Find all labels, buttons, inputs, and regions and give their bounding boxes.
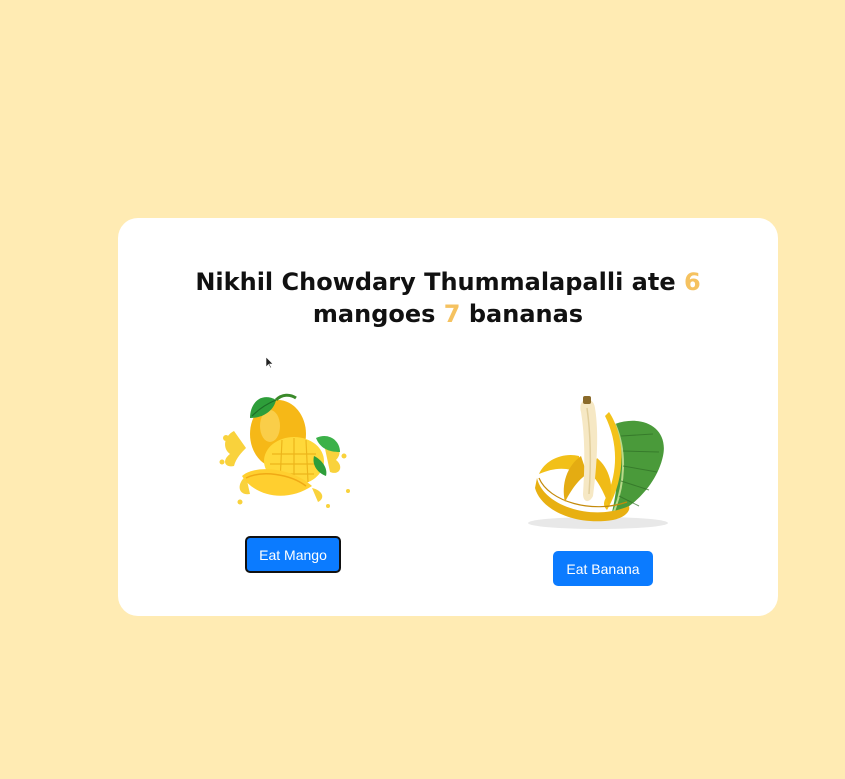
page-title: Nikhil Chowdary Thummalapalli ate 6 mang… [158,266,738,330]
mangoes-text: mangoes [312,300,436,328]
bananas-text: bananas [468,300,584,328]
mango-count: 6 [683,268,701,296]
mango-image [216,356,356,526]
cursor-icon [266,357,274,369]
banana-icon [528,396,668,529]
eat-banana-button[interactable]: Eat Banana [553,551,653,586]
eater-name: Nikhil Chowdary Thummalapalli [195,268,624,296]
counter-card: Nikhil Chowdary Thummalapalli ate 6 mang… [118,218,778,616]
mango-icon [219,393,350,508]
ate-text: ate [631,268,676,296]
banana-image [523,356,673,536]
eat-mango-button[interactable]: Eat Mango [245,536,341,573]
banana-count: 7 [443,300,461,328]
